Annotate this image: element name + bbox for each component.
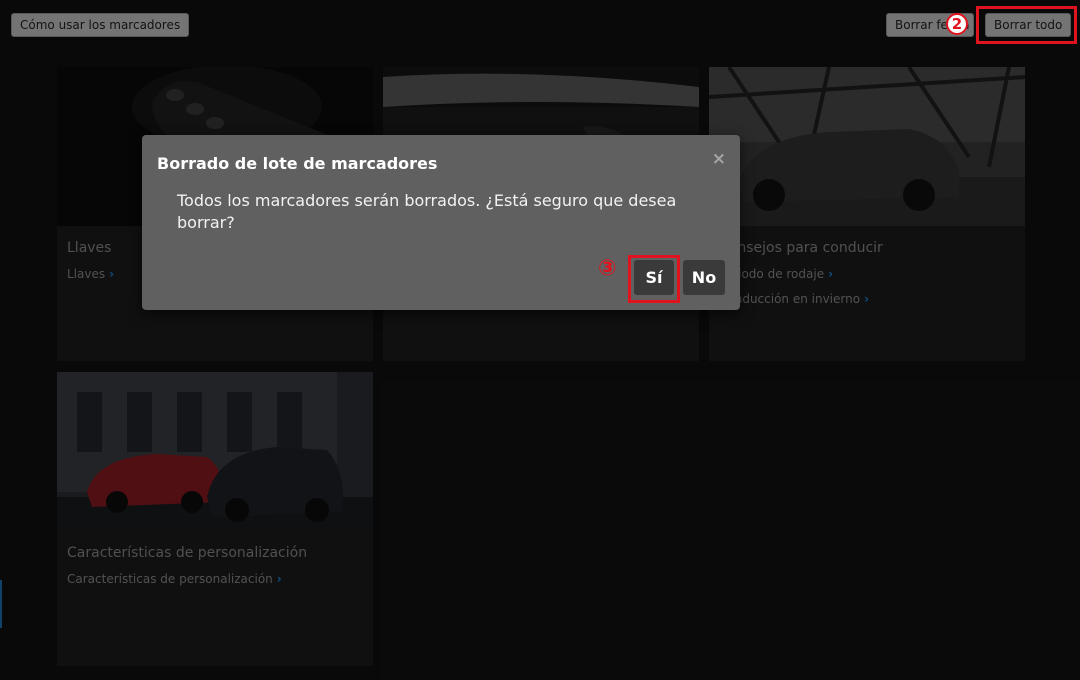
- modal-backdrop: [0, 0, 1080, 680]
- dialog-message: Todos los marcadores serán borrados. ¿Es…: [177, 191, 677, 232]
- dialog-title: Borrado de lote de marcadores: [157, 154, 438, 173]
- close-icon[interactable]: ×: [712, 149, 726, 169]
- highlight-yes-button: [628, 255, 680, 303]
- no-button[interactable]: No: [683, 260, 725, 295]
- step-3-marker: ③: [598, 256, 617, 281]
- step-2-marker: 2: [946, 13, 968, 35]
- highlight-delete-all: [976, 6, 1077, 44]
